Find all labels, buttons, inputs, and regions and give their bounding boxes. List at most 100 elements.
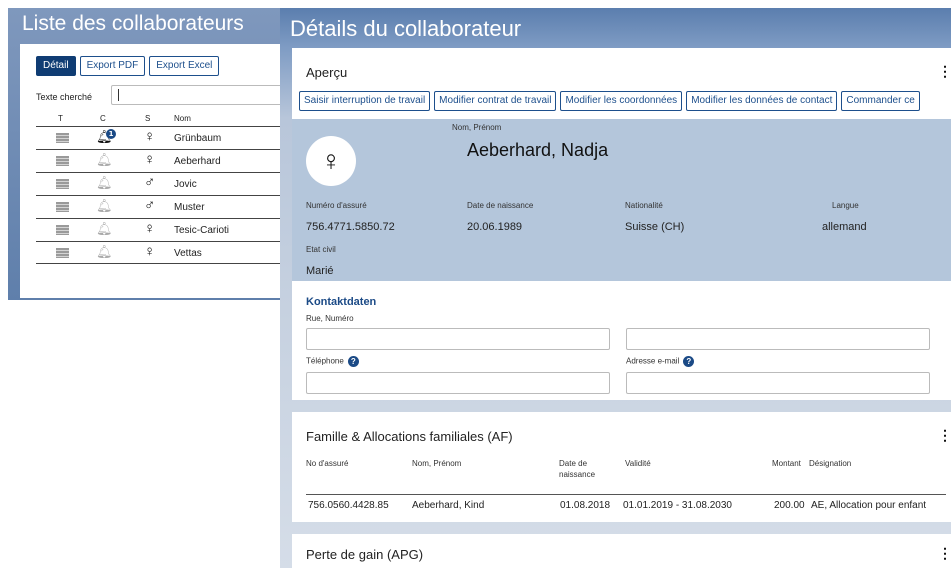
overview-actions: Saisir interruption de travail Modifier … [299,91,920,111]
document-icon [56,225,69,235]
edit-contact-data-button[interactable]: Modifier les données de contact [686,91,838,111]
family-cell-validity: 01.01.2019 - 31.08.2030 [623,500,732,511]
male-icon: ♂ [144,197,156,214]
document-icon [56,156,69,166]
employee-name: Aeberhard, Nadja [467,140,609,160]
phone-help-icon[interactable]: ? [347,356,359,367]
male-icon: ♂ [144,174,156,191]
employee-name-cell: Grünbaum [174,133,222,144]
family-cell-birth: 01.08.2018 [560,500,611,511]
employee-name-cell: Aeberhard [174,156,221,167]
employee-details-window: Détails du collaborateur Aperçu ⋮ Saisir… [280,8,951,574]
email-help-icon[interactable]: ? [683,356,695,367]
civil-status-label: Etat civil [306,245,336,254]
export-excel-button[interactable]: Export Excel [149,56,220,76]
bell-icon[interactable]: 🔔︎ [96,199,113,214]
employee-list: 🔔︎ 1 ♀ Grünbaum 🔔︎ ♀ Aeberhard 🔔︎ ♂ Jovic 🔔︎ ♂ Muste… [36,126,288,264]
column-header-type[interactable]: T [58,114,63,123]
list-item[interactable]: 🔔︎ ♂ Jovic [36,172,288,195]
employee-name-cell: Tesic-Carioti [174,225,230,236]
overview-title: Aperçu [306,65,348,80]
family-cell-amount: 200.00 [774,500,805,511]
bell-icon[interactable]: 🔔︎ [96,222,113,237]
search-label: Texte cherché [36,92,93,102]
family-col-name: Nom, Prénom [412,459,462,468]
family-table-divider [306,494,946,495]
column-header-sex[interactable]: S [145,114,150,123]
notification-count-badge: 1 [106,129,116,139]
street-number-field[interactable] [626,328,930,350]
family-col-designation: Désignation [809,459,852,468]
phone-label-text: Téléphone [306,356,344,366]
nationality-label: Nationalité [625,201,663,210]
column-header-notification[interactable]: C [100,114,106,123]
edit-coordinates-button[interactable]: Modifier les coordonnées [560,91,683,111]
list-window-title: Liste des collaborateurs [22,12,244,35]
search-input[interactable] [111,85,282,105]
list-header: T C S Nom [36,112,288,126]
bell-icon[interactable]: 🔔︎ 1 [96,129,116,145]
order-button[interactable]: Commander ce [841,91,920,111]
list-toolbar: Détail Export PDF Export Excel [36,56,220,76]
birth-date-value: 20.06.1989 [467,221,523,233]
document-icon [56,248,69,258]
bell-icon[interactable]: 🔔︎ [96,153,113,168]
female-icon: ♀ [144,220,156,237]
bell-icon[interactable]: 🔔︎ [96,245,113,260]
name-label: Nom, Prénom [452,123,502,132]
enter-work-interruption-button[interactable]: Saisir interruption de travail [299,91,431,111]
family-cell-designation: AE, Allocation pour enfant [811,500,927,511]
family-col-amount: Montant [772,459,801,468]
family-col-insured-no: No d'assuré [306,459,349,468]
civil-status-value: Marié [306,265,334,277]
family-title: Famille & Allocations familiales (AF) [306,429,513,444]
female-avatar-icon: ♀ [306,136,356,186]
insured-number-value: 756.4771.5850.72 [306,221,395,233]
list-panel: Détail Export PDF Export Excel Texte che… [20,44,288,298]
contact-data-heading: Kontaktdaten [306,296,377,308]
email-label-text: Adresse e-mail [626,356,680,366]
loss-of-earnings-card: Perte de gain (APG) ⋮ [292,534,951,574]
female-icon: ♀ [144,128,156,145]
list-item[interactable]: 🔔︎ ♂ Muster [36,195,288,218]
family-allowances-card: Famille & Allocations familiales (AF) ⋮ … [292,412,951,522]
street-label: Rue, Numéro [306,314,354,323]
document-icon [56,179,69,189]
detail-button[interactable]: Détail [36,56,76,76]
female-icon: ♀ [144,151,156,168]
nationality-value: Suisse (CH) [625,221,685,233]
details-window-title: Détails du collaborateur [290,16,522,41]
overview-card: Aperçu ⋮ Saisir interruption de travail … [292,48,951,400]
female-icon: ♀ [144,243,156,260]
phone-label: Téléphone? [306,356,359,367]
email-label: Adresse e-mail? [626,356,695,367]
apg-title: Perte de gain (APG) [306,547,424,562]
list-item[interactable]: 🔔︎ ♀ Tesic-Carioti [36,218,288,241]
email-field[interactable] [626,372,930,394]
insured-number-label: Numéro d'assuré [306,201,367,210]
export-pdf-button[interactable]: Export PDF [79,56,146,76]
street-field[interactable] [306,328,610,350]
family-col-birth: Date de naissance [559,459,596,479]
document-icon [56,133,69,143]
employee-name-cell: Jovic [174,179,197,190]
list-item[interactable]: 🔔︎ ♀ Aeberhard [36,149,288,172]
language-label: Langue [832,201,859,210]
family-cell-insured-no: 756.0560.4428.85 [308,500,389,511]
overview-menu-icon[interactable]: ⋮ [938,63,951,80]
birth-date-label: Date de naissance [467,201,534,210]
list-item[interactable]: 🔔︎ 1 ♀ Grünbaum [36,126,288,149]
family-menu-icon[interactable]: ⋮ [938,427,951,444]
column-header-name[interactable]: Nom [174,114,191,123]
list-item[interactable]: 🔔︎ ♀ Vettas [36,241,288,264]
profile-panel: ♀ Nom, Prénom Aeberhard, Nadja Numéro d'… [292,119,951,281]
employee-list-window: Liste des collaborateurs Détail Export P… [8,8,290,300]
edit-contract-button[interactable]: Modifier contrat de travail [434,91,557,111]
document-icon [56,202,69,212]
language-value: allemand [822,221,867,233]
apg-menu-icon[interactable]: ⋮ [938,545,951,562]
employee-name-cell: Vettas [174,248,202,259]
family-cell-name: Aeberhard, Kind [412,500,485,511]
bell-icon[interactable]: 🔔︎ [96,176,113,191]
phone-field[interactable] [306,372,610,394]
